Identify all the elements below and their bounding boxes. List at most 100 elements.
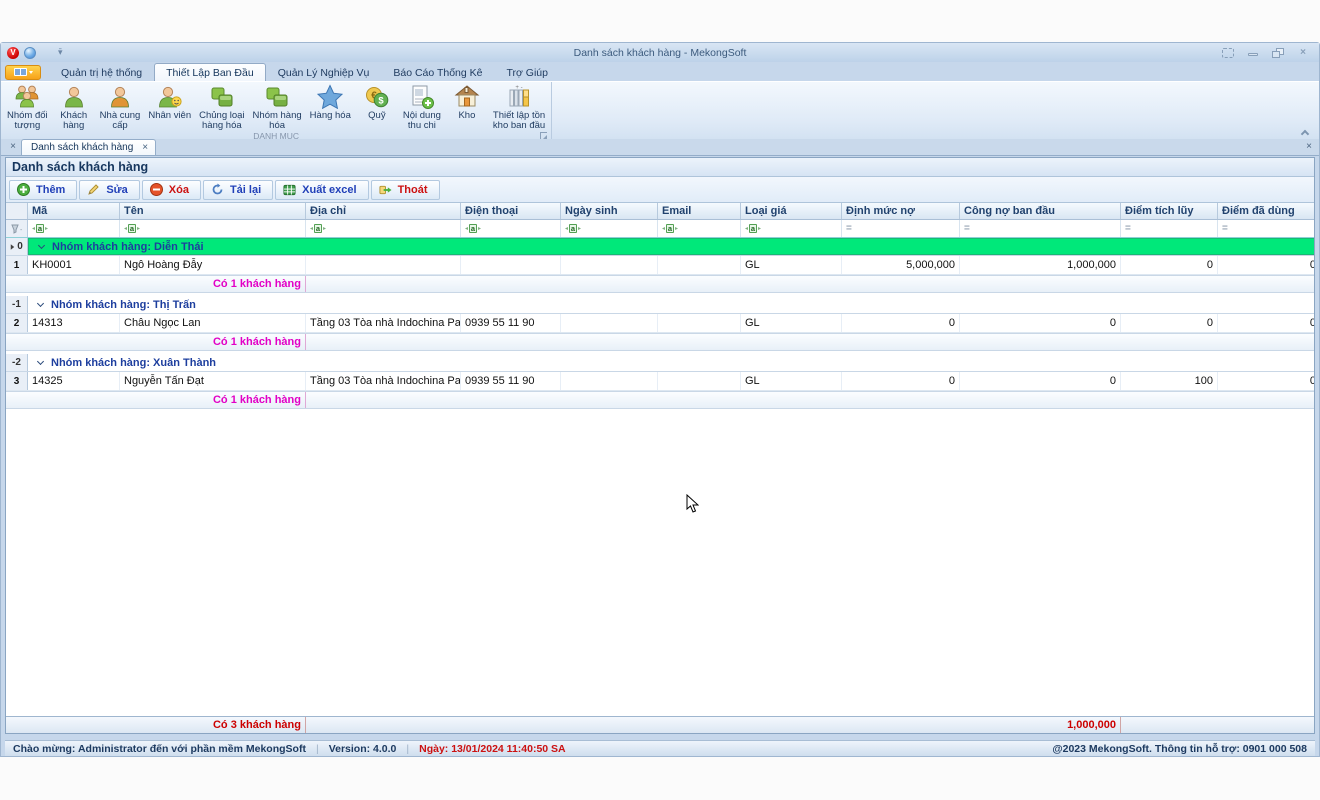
close-button[interactable]: ×: [1297, 48, 1309, 58]
cell-điểm-đã-dùng: 0: [1218, 314, 1314, 332]
dialog-launcher-icon[interactable]: [540, 132, 547, 139]
column-header-10[interactable]: Điểm đã dùng: [1218, 203, 1314, 219]
ribbon-tab-4[interactable]: Trợ Giúp: [494, 63, 560, 81]
excel-icon: [283, 183, 296, 196]
filter-cell-10[interactable]: =: [1218, 220, 1314, 237]
ribbon-tab-0[interactable]: Quản trị hệ thống: [49, 63, 154, 81]
svg-text:-: -: [20, 227, 23, 234]
ribbon-item-2[interactable]: Nhà cung cấp: [96, 83, 145, 131]
column-header-5[interactable]: Email: [658, 203, 741, 219]
ribbon-item-8[interactable]: Nội dung thu chi: [399, 83, 445, 131]
mouse-cursor: [686, 494, 699, 514]
ribbon-item-0[interactable]: Nhóm đối tượng: [3, 83, 52, 131]
cell-tên: Châu Ngọc Lan: [120, 314, 306, 332]
doc-tab-label: Danh sách khách hàng: [31, 142, 133, 153]
filter-cell-4[interactable]: ◂a▸: [561, 220, 658, 237]
filter-cell-9[interactable]: =: [1121, 220, 1218, 237]
cell-định-mức-nợ: 5,000,000: [842, 256, 960, 274]
data-row-3[interactable]: 314325Nguyễn Tấn ĐạtTầng 03 Tòa nhà Indo…: [6, 372, 1314, 391]
filter-cell-1[interactable]: ◂a▸: [120, 220, 306, 237]
toolbar-button-thêm[interactable]: Thêm: [9, 180, 77, 200]
group-expand-icon[interactable]: [38, 242, 45, 249]
column-header-7[interactable]: Định mức nợ: [842, 203, 960, 219]
group-expand-icon[interactable]: [37, 300, 44, 307]
filter-cell-7[interactable]: =: [842, 220, 960, 237]
status-version: Version: 4.0.0: [329, 743, 397, 755]
toolbar-button-label: Tải lại: [230, 184, 261, 196]
group-expand-icon[interactable]: [37, 358, 44, 365]
group-title: Nhóm khách hàng: Thị Trấn: [51, 299, 196, 311]
boxes-icon: [209, 84, 235, 110]
group-row-1[interactable]: -1Nhóm khách hàng: Thị Trấn: [6, 296, 1314, 314]
doc-tab-close-icon[interactable]: ×: [142, 142, 148, 153]
ribbon-item-label: Nội dung thu chi: [403, 111, 441, 131]
ribbon-tab-1[interactable]: Thiết Lập Ban Đầu: [154, 63, 266, 81]
filter-cell-6[interactable]: ◂a▸: [741, 220, 842, 237]
refresh-icon: [211, 183, 224, 196]
column-header-8[interactable]: Công nợ ban đầu: [960, 203, 1121, 219]
ribbon-item-1[interactable]: Khách hàng: [52, 83, 96, 131]
ribbon-item-label: Quỹ: [368, 111, 385, 121]
data-row-1[interactable]: 1KH0001Ngô Hoàng ĐẫyGL5,000,0001,000,000…: [6, 256, 1314, 275]
column-header-2[interactable]: Địa chỉ: [306, 203, 461, 219]
ribbon-item-label: Kho: [458, 111, 475, 121]
toolbar-button-label: Xóa: [169, 184, 189, 196]
house-icon: [454, 84, 480, 110]
group-row-2[interactable]: -2Nhóm khách hàng: Xuân Thành: [6, 354, 1314, 372]
filter-cell-5[interactable]: ◂a▸: [658, 220, 741, 237]
ribbon-item-10[interactable]: + - Thiết lập tồn kho ban đầu: [489, 83, 549, 131]
ribbon-item-4[interactable]: Chủng loại hàng hóa: [195, 83, 248, 131]
filter-cell-3[interactable]: ◂a▸: [461, 220, 561, 237]
ribbon-tab-2[interactable]: Quản Lý Nghiệp Vụ: [266, 63, 382, 81]
toolbar-button-tải-lại[interactable]: Tải lại: [203, 180, 273, 200]
ribbon-tab-3[interactable]: Báo Cáo Thống Kê: [381, 63, 494, 81]
toolbar-button-sửa[interactable]: Sửa: [79, 180, 139, 200]
column-header-0[interactable]: Mã: [28, 203, 120, 219]
ribbon-item-label: Nhóm hàng hóa: [253, 111, 302, 131]
filter-cell-0[interactable]: ◂a▸: [28, 220, 120, 237]
tab-danh-sach-khach-hang[interactable]: Danh sách khách hàng ×: [21, 139, 156, 155]
ribbon-item-label: Nhân viên: [148, 111, 191, 121]
cell-định-mức-nợ: 0: [842, 372, 960, 390]
cell-điện-thoại: 0939 55 11 90: [461, 314, 561, 332]
column-header-6[interactable]: Loại giá: [741, 203, 842, 219]
app-menu-button[interactable]: [5, 65, 41, 80]
columns-icon: + -: [506, 84, 532, 110]
cell-email: [658, 256, 741, 274]
customer-grid: MãTênĐịa chỉĐiện thoạiNgày sinhEmailLoại…: [6, 203, 1314, 733]
person-badge-icon: [157, 84, 183, 110]
data-row-2[interactable]: 214313Châu Ngọc LanTầng 03 Tòa nhà Indoc…: [6, 314, 1314, 333]
cell-điểm-đã-dùng: 0: [1218, 256, 1314, 274]
column-header-9[interactable]: Điểm tích lũy: [1121, 203, 1218, 219]
tabstrip-close-right-icon[interactable]: ×: [1306, 141, 1312, 152]
cell-mã: 14325: [28, 372, 120, 390]
status-support: @2023 MekongSoft. Thông tin hỗ trợ: 0901…: [1052, 743, 1307, 755]
ribbon-item-3[interactable]: Nhân viên: [144, 83, 195, 121]
ribbon-collapse-icon[interactable]: [1302, 131, 1311, 137]
filter-cell-2[interactable]: ◂a▸: [306, 220, 461, 237]
ribbon-item-label: Hàng hóa: [310, 111, 351, 121]
exit-icon: [379, 183, 392, 196]
equals-filter-icon: =: [1222, 223, 1228, 234]
column-header-4[interactable]: Ngày sinh: [561, 203, 658, 219]
ribbon-item-6[interactable]: Hàng hóa: [306, 83, 355, 121]
group-footer-1: Có 1 khách hàng: [6, 333, 1314, 351]
restore-button[interactable]: [1272, 48, 1284, 58]
ribbon-item-5[interactable]: Nhóm hàng hóa: [249, 83, 306, 131]
toolbar-button-xuất-excel[interactable]: Xuất excel: [275, 180, 368, 200]
toolbar-button-xóa[interactable]: Xóa: [142, 180, 201, 200]
column-header-3[interactable]: Điện thoại: [461, 203, 561, 219]
fullscreen-button[interactable]: [1222, 48, 1234, 58]
ribbon-item-7[interactable]: €$ Quỹ: [355, 83, 399, 121]
cell-địa-chỉ: Tầng 03 Tòa nhà Indochina Park ...: [306, 314, 461, 332]
ribbon-item-9[interactable]: Kho: [445, 83, 489, 121]
minimize-button[interactable]: [1247, 48, 1259, 58]
tabstrip-close-left-icon[interactable]: ×: [5, 140, 21, 154]
cell-loại-giá: GL: [741, 256, 842, 274]
toolbar-button-thoát[interactable]: Thoát: [371, 180, 440, 200]
column-header-1[interactable]: Tên: [120, 203, 306, 219]
filter-cell-8[interactable]: =: [960, 220, 1121, 237]
cell-định-mức-nợ: 0: [842, 314, 960, 332]
cell-mã: 14313: [28, 314, 120, 332]
group-row-0[interactable]: 0Nhóm khách hàng: Diễn Thái: [6, 238, 1314, 256]
